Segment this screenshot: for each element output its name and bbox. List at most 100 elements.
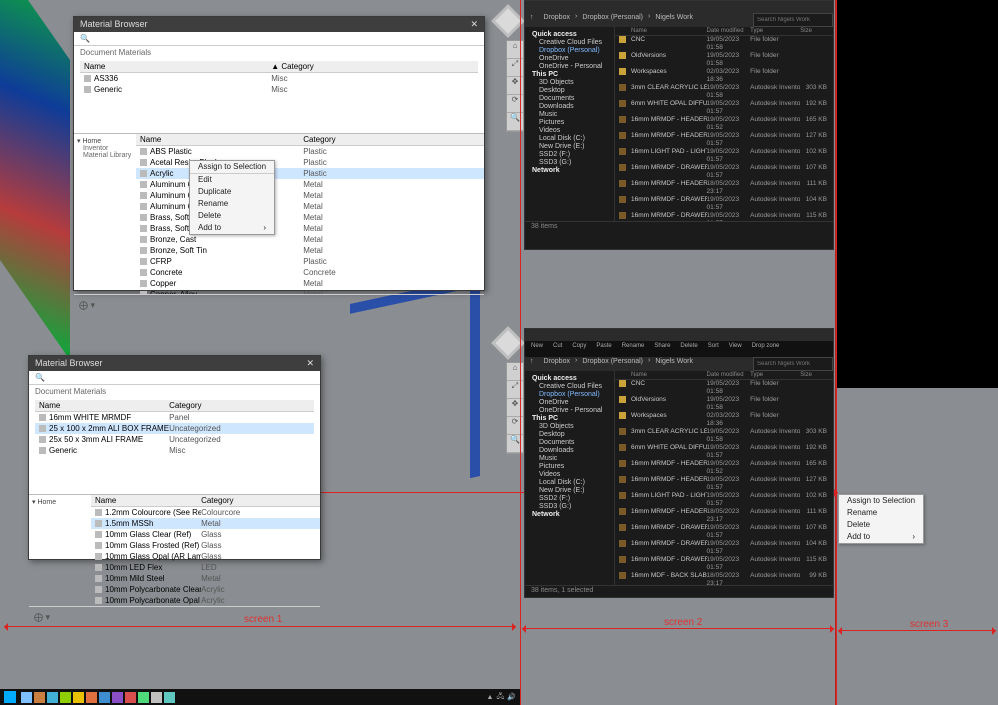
- nav-item[interactable]: Downloads: [529, 446, 610, 454]
- ctx-item[interactable]: Delete: [190, 210, 274, 222]
- exp2-search[interactable]: [753, 357, 833, 371]
- mb2022-footer[interactable]: ⨁ ▾: [74, 294, 484, 306]
- exp2-toolbar[interactable]: NewCutCopyPasteRenameShareDeleteSortView…: [525, 341, 833, 357]
- material-row[interactable]: Bronze, Soft TinMetal: [136, 245, 484, 256]
- nav-item[interactable]: Local Disk (C:): [529, 134, 610, 142]
- exp2-breadcrumb[interactable]: ↑ Dropbox› Dropbox (Personal)› Nigels Wo…: [525, 357, 833, 371]
- nav-item[interactable]: OneDrive - Personal: [529, 62, 610, 70]
- exp1-search[interactable]: [753, 13, 833, 27]
- material-row[interactable]: 25 x 100 x 2mm ALI BOX FRAMEUncategorize…: [35, 423, 314, 434]
- explorer-tool-item[interactable]: Rename: [622, 343, 645, 355]
- taskbar-icon[interactable]: [151, 692, 162, 703]
- file-row[interactable]: OldVersions19/05/2023 01:58File folder: [615, 396, 833, 412]
- nav-item[interactable]: Desktop: [529, 86, 610, 94]
- nav-item[interactable]: This PC: [529, 414, 610, 422]
- nav-quickaccess[interactable]: Quick access: [529, 30, 610, 38]
- nav-item[interactable]: OneDrive: [529, 54, 610, 62]
- file-row[interactable]: CNC19/05/2023 01:58File folder: [615, 36, 833, 52]
- nav-item[interactable]: SSD3 (G:): [529, 158, 610, 166]
- nav-item[interactable]: SSD3 (G:): [529, 502, 610, 510]
- material-row[interactable]: CopperMetal: [136, 278, 484, 289]
- file-row[interactable]: 3mm CLEAR ACRYLIC LENS.ipt19/05/2023 01:…: [615, 428, 833, 444]
- nav-item[interactable]: This PC: [529, 70, 610, 78]
- taskbar-icon[interactable]: [86, 692, 97, 703]
- nav-item[interactable]: Music: [529, 110, 610, 118]
- material-row[interactable]: 1.2mm Colourcore (See Ref)Colourcore: [91, 507, 320, 518]
- explorer-tool-item[interactable]: Copy: [572, 343, 586, 355]
- material-row[interactable]: GenericMisc: [80, 84, 478, 95]
- system-tray[interactable]: ▲🖧🔊: [487, 692, 516, 703]
- file-row[interactable]: Workspaces02/03/2023 18:36File folder: [615, 68, 833, 84]
- exp1-breadcrumb[interactable]: ↑ Dropbox› Dropbox (Personal)› Nigels Wo…: [525, 13, 833, 27]
- nav-quickaccess[interactable]: Quick access: [529, 374, 610, 382]
- material-row[interactable]: Bronze, CastMetal: [136, 234, 484, 245]
- context-menu-2022[interactable]: Assign to SelectionEditDuplicateRenameDe…: [189, 160, 275, 235]
- exp2-nav[interactable]: Quick accessCreative Cloud FilesDropbox …: [525, 371, 615, 585]
- taskbar-icon[interactable]: [47, 692, 58, 703]
- nav-item[interactable]: Network: [529, 166, 610, 174]
- nav-item[interactable]: Network: [529, 510, 610, 518]
- file-row[interactable]: 3mm CLEAR ACRYLIC LENS.ipt19/05/2023 01:…: [615, 84, 833, 100]
- nav-item[interactable]: SSD2 (F:): [529, 150, 610, 158]
- file-row[interactable]: Workspaces02/03/2023 18:36File folder: [615, 412, 833, 428]
- taskbar-icon[interactable]: [73, 692, 84, 703]
- nav-item[interactable]: OneDrive - Personal: [529, 406, 610, 414]
- nav-item[interactable]: SSD2 (F:): [529, 494, 610, 502]
- mb2024-titlebar[interactable]: Material Browser ✕: [29, 356, 320, 371]
- file-row[interactable]: 16mm MRMDF - DRAWER PANEL B.ipt19/05/202…: [615, 196, 833, 212]
- material-row[interactable]: 10mm Mild SteelMetal: [91, 573, 320, 584]
- nav-item[interactable]: Creative Cloud Files: [529, 38, 610, 46]
- exp2-title[interactable]: [525, 329, 833, 341]
- taskbar-icon[interactable]: [60, 692, 71, 703]
- file-row[interactable]: 16mm MDF - BACK SLAB END CAP.ipt18/05/20…: [615, 572, 833, 585]
- mb2022-titlebar[interactable]: Material Browser ✕: [74, 17, 484, 32]
- exp1-nav[interactable]: Quick accessCreative Cloud FilesDropbox …: [525, 27, 615, 221]
- file-row[interactable]: OldVersions19/05/2023 01:58File folder: [615, 52, 833, 68]
- material-row[interactable]: ConcreteConcrete: [136, 267, 484, 278]
- mb2022-tree[interactable]: ▾ Home Inventor Material Library: [74, 134, 136, 294]
- material-row[interactable]: 10mm Glass Frosted (Ref)Glass: [91, 540, 320, 551]
- exp1-col-head[interactable]: NameDate modified TypeSize: [615, 27, 833, 36]
- nav-item[interactable]: Local Disk (C:): [529, 478, 610, 486]
- material-row[interactable]: 10mm Polycarbonate OpalAcrylic: [91, 595, 320, 606]
- file-row[interactable]: 16mm MRMDF - DRAWER PANEL C.ipt19/05/202…: [615, 212, 833, 221]
- material-row[interactable]: 25x 50 x 3mm ALI FRAMEUncategorized: [35, 434, 314, 445]
- ctx-item[interactable]: Assign to Selection: [839, 495, 923, 507]
- ctx-item[interactable]: Duplicate: [190, 186, 274, 198]
- nav-item[interactable]: Creative Cloud Files: [529, 382, 610, 390]
- nav-item[interactable]: Music: [529, 454, 610, 462]
- ctx-item[interactable]: Add to: [839, 531, 923, 543]
- ctx-item[interactable]: Rename: [190, 198, 274, 210]
- nav-item[interactable]: Downloads: [529, 102, 610, 110]
- nav-item[interactable]: Dropbox (Personal): [529, 390, 610, 398]
- nav-item[interactable]: Videos: [529, 470, 610, 478]
- nav-item[interactable]: 3D Objects: [529, 78, 610, 86]
- nav-item[interactable]: Desktop: [529, 430, 610, 438]
- nav-item[interactable]: Dropbox (Personal): [529, 46, 610, 54]
- mb2022-lib-headers[interactable]: Name Category: [136, 134, 484, 146]
- material-row[interactable]: GenericMisc: [35, 445, 314, 456]
- nav-item[interactable]: Documents: [529, 94, 610, 102]
- explorer-tool-item[interactable]: Drop zone: [752, 343, 780, 355]
- exp2-col-head[interactable]: NameDate modified TypeSize: [615, 371, 833, 380]
- file-row[interactable]: 16mm MRMDF - HEADER HOLDING PANEL.ipt18/…: [615, 508, 833, 524]
- nav-item[interactable]: New Drive (E:): [529, 486, 610, 494]
- taskbar[interactable]: ▲🖧🔊: [0, 689, 520, 705]
- explorer-tool-item[interactable]: View: [729, 343, 742, 355]
- explorer-tool-item[interactable]: Delete: [680, 343, 697, 355]
- material-row[interactable]: AS336Misc: [80, 73, 478, 84]
- mb2022-doc-headers[interactable]: Name ▲ Category: [80, 61, 478, 73]
- ctx-item[interactable]: Assign to Selection: [190, 161, 274, 173]
- file-row[interactable]: 16mm MRMDF - DRAWER PANEL A.ipt19/05/202…: [615, 524, 833, 540]
- start-button[interactable]: [4, 691, 16, 703]
- explorer-tool-item[interactable]: Cut: [553, 343, 562, 355]
- mb2022-search[interactable]: 🔍: [74, 32, 484, 46]
- explorer-tool-item[interactable]: Share: [654, 343, 670, 355]
- context-menu-2024[interactable]: Assign to SelectionRenameDeleteAdd to: [838, 494, 924, 544]
- material-row[interactable]: 10mm LED FlexLED: [91, 562, 320, 573]
- material-row[interactable]: ABS PlasticPlastic: [136, 146, 484, 157]
- nav-item[interactable]: Pictures: [529, 118, 610, 126]
- file-row[interactable]: 16mm MRMDF - HEADER DIFFUSER.ipt19/05/20…: [615, 460, 833, 476]
- file-row[interactable]: 16mm LIGHT PAD - LIGHTBOX.ipt19/05/2023 …: [615, 492, 833, 508]
- taskbar-icon[interactable]: [138, 692, 149, 703]
